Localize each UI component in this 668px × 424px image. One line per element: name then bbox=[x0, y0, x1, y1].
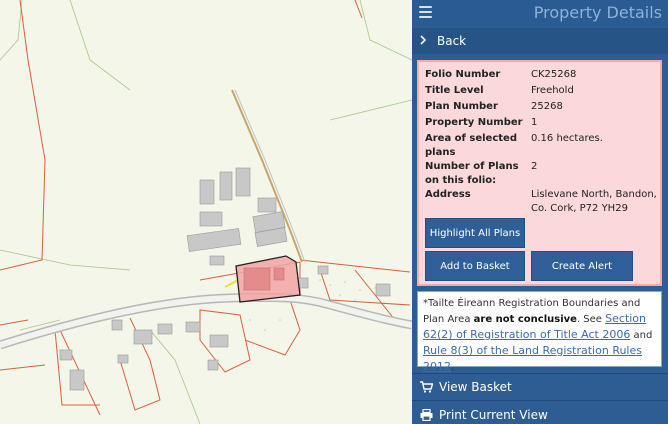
divider bbox=[412, 373, 668, 374]
print-current-view-label: Print Current View bbox=[439, 408, 548, 422]
print-current-view-button[interactable]: Print Current View bbox=[412, 403, 668, 424]
create-alert-button[interactable]: Create Alert bbox=[531, 251, 633, 281]
detail-value: Lislevane North, Bandon, Co. Cork, P72 Y… bbox=[531, 189, 657, 214]
disclaimer-mid1: . See bbox=[576, 314, 606, 325]
detail-value: 0.16 hectares. bbox=[531, 133, 603, 144]
property-details-panel: Property Details Back Folio Number CK252… bbox=[412, 0, 668, 424]
back-button[interactable]: Back bbox=[412, 28, 668, 54]
disclaimer-bold: are not conclusive bbox=[473, 314, 577, 325]
detail-value: 25268 bbox=[531, 101, 563, 112]
detail-value: 2 bbox=[531, 161, 538, 172]
property-details-card: Folio Number CK25268 Title Level Freehol… bbox=[417, 60, 662, 286]
detail-label: Title Level bbox=[425, 85, 484, 96]
detail-label: Plan Number bbox=[425, 101, 498, 112]
detail-value: 1 bbox=[531, 117, 538, 128]
registration-disclaimer: *Tailte Éireann Registration Boundaries … bbox=[417, 291, 662, 373]
detail-label: Number of Plans on this folio: bbox=[425, 161, 519, 186]
detail-value: CK25268 bbox=[531, 69, 577, 80]
hamburger-icon[interactable] bbox=[419, 6, 432, 19]
highlight-all-plans-button[interactable]: Highlight All Plans bbox=[425, 218, 525, 248]
detail-label: Property Number bbox=[425, 117, 523, 128]
panel-title: Property Details bbox=[533, 3, 662, 22]
view-basket-button[interactable]: View Basket bbox=[412, 375, 668, 399]
map-canvas[interactable] bbox=[0, 0, 412, 424]
print-icon bbox=[419, 409, 433, 421]
panel-header: Property Details bbox=[412, 0, 668, 27]
detail-label: Area of selected plans bbox=[425, 133, 517, 158]
back-label: Back bbox=[437, 34, 467, 48]
map-view[interactable] bbox=[0, 0, 412, 424]
rule-8-link[interactable]: Rule 8(3) of the Land Registration Rules… bbox=[423, 344, 642, 373]
chevron-right-icon bbox=[419, 34, 431, 48]
divider bbox=[412, 400, 668, 401]
detail-label: Folio Number bbox=[425, 69, 501, 80]
view-basket-label: View Basket bbox=[439, 380, 512, 394]
add-to-basket-button[interactable]: Add to Basket bbox=[425, 251, 525, 281]
detail-label: Address bbox=[425, 189, 471, 200]
disclaimer-suffix: . bbox=[451, 362, 455, 373]
detail-value: Freehold bbox=[531, 85, 574, 96]
cart-icon bbox=[419, 381, 433, 393]
disclaimer-mid2: and bbox=[630, 330, 653, 341]
